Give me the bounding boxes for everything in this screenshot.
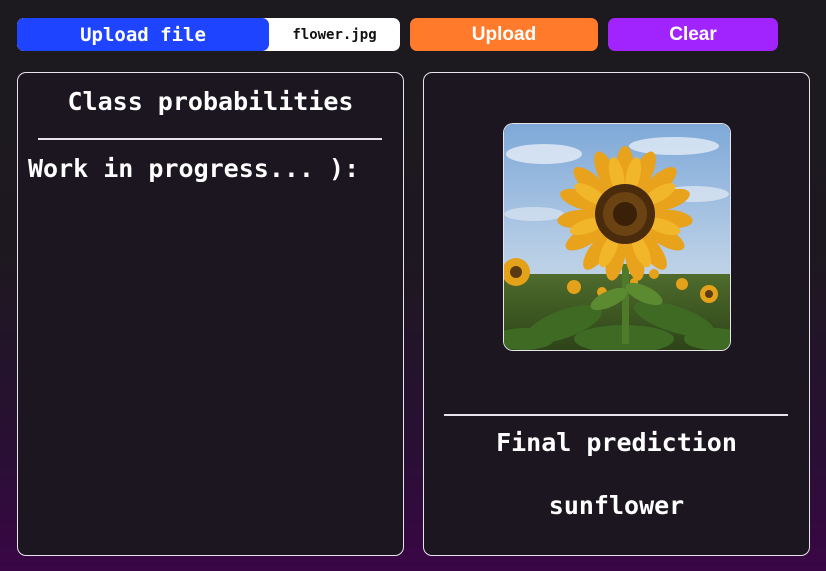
clear-button[interactable]: Clear bbox=[608, 18, 778, 51]
selected-file-name: flower.jpg bbox=[292, 26, 377, 43]
prediction-value: sunflower bbox=[548, 491, 685, 520]
class-probabilities-panel: Class probabilities Work in progress... … bbox=[17, 72, 404, 556]
toolbar: Upload file flower.jpg Upload Clear bbox=[17, 18, 778, 51]
final-prediction-title: Final prediction bbox=[496, 428, 737, 457]
prediction-panel: Final prediction sunflower bbox=[423, 72, 810, 556]
sunflower-photo bbox=[504, 124, 730, 350]
divider bbox=[38, 138, 382, 140]
file-input-group[interactable]: Upload file flower.jpg bbox=[17, 18, 400, 51]
class-probabilities-title: Class probabilities bbox=[67, 87, 354, 116]
status-text: Work in progress... ): bbox=[28, 154, 360, 183]
divider bbox=[444, 414, 788, 416]
uploaded-image bbox=[503, 123, 731, 351]
upload-file-button[interactable]: Upload file bbox=[17, 18, 269, 51]
upload-button[interactable]: Upload bbox=[410, 18, 598, 51]
